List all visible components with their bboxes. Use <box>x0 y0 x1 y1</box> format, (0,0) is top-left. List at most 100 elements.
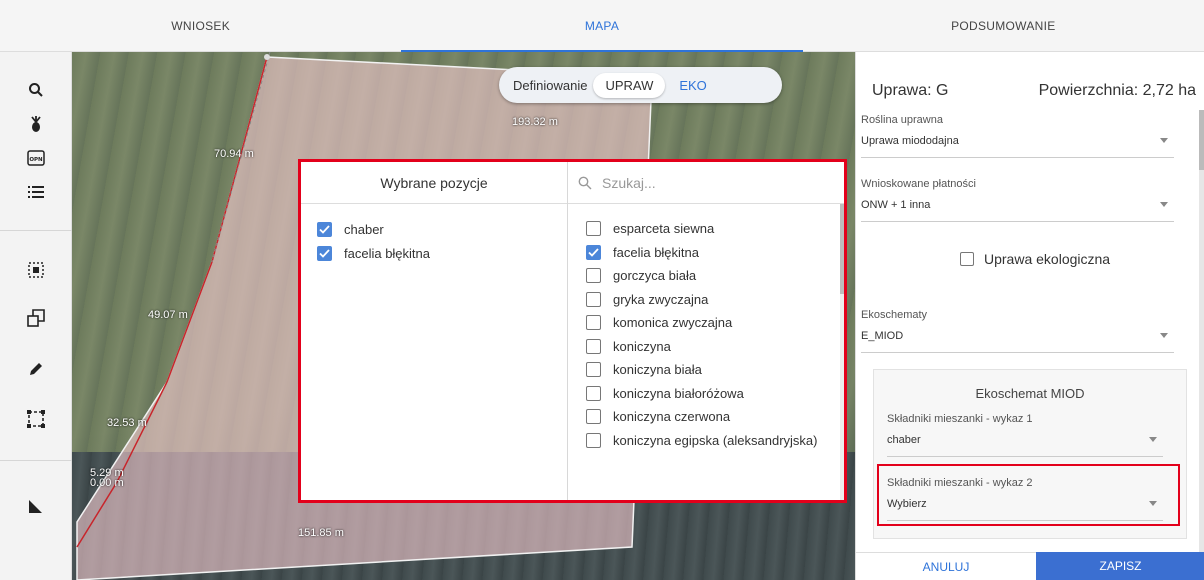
selected-item[interactable]: chaber <box>317 217 567 241</box>
selected-items-pane: Wybrane pozycje chaber facelia błękitna <box>301 162 568 500</box>
option-item[interactable]: koniczyna <box>586 335 844 359</box>
options-pane: esparceta siewna facelia błękitna gorczyca… <box>568 162 844 500</box>
mix-list-1-label: Składniki mieszanki - wykaz 1 <box>887 413 1033 425</box>
option-item[interactable]: koniczyna biała <box>586 358 844 382</box>
chevron-down-icon <box>1160 138 1168 143</box>
map-toolbar: OPN <box>0 52 72 580</box>
segment-length-label: 193.32 m <box>512 116 558 128</box>
payments-label: Wnioskowane płatności <box>861 178 976 190</box>
mix-list-1-value: chaber <box>887 434 921 446</box>
crop-label: Roślina uprawna <box>861 114 943 126</box>
option-item[interactable]: facelia błękitna <box>586 241 844 265</box>
multi-select-dialog: Wybrane pozycje chaber facelia błękitna … <box>298 159 847 503</box>
opn-icon[interactable]: OPN <box>20 144 52 172</box>
option-item[interactable]: komonica zwyczajna <box>586 311 844 335</box>
ecoschemes-value: E_MIOD <box>861 330 904 342</box>
organic-crop-checkbox[interactable]: Uprawa ekologiczna <box>960 251 1110 267</box>
mode-upraw-button[interactable]: UPRAW <box>593 72 666 98</box>
mode-label: Definiowanie <box>513 77 588 93</box>
segment-length-label: 70.94 m <box>214 148 254 160</box>
checkbox-icon[interactable] <box>586 362 601 378</box>
measure-icon[interactable] <box>20 492 52 520</box>
option-item[interactable]: gorczyca biała <box>586 264 844 288</box>
panel-scrollbar-thumb[interactable] <box>1199 110 1204 170</box>
chevron-down-icon <box>1160 333 1168 338</box>
options-scrollbar-thumb[interactable] <box>840 204 844 294</box>
checkbox-icon[interactable] <box>586 268 601 284</box>
select-area-icon[interactable] <box>20 256 52 284</box>
tab-wniosek[interactable]: WNIOSEK <box>0 0 401 51</box>
checkbox-checked-icon[interactable] <box>317 245 332 261</box>
crop-details-panel: Uprawa: G Powierzchnia: 2,72 ha Roślina … <box>855 52 1204 580</box>
option-item[interactable]: gryka zwyczajna <box>586 288 844 312</box>
segment-length-label: 151.85 m <box>298 527 344 539</box>
checkbox-icon[interactable] <box>586 409 601 425</box>
selected-item[interactable]: facelia błękitna <box>317 241 567 265</box>
panel-footer: ANULUJ ZAPISZ <box>856 552 1204 580</box>
plant-icon[interactable] <box>20 110 52 138</box>
tab-mapa[interactable]: MAPA <box>401 0 803 52</box>
option-label: koniczyna <box>613 338 671 354</box>
payments-value: ONW + 1 inna <box>861 199 931 211</box>
segment-length-label: 0.00 m <box>90 477 124 489</box>
checkbox-checked-icon[interactable] <box>586 244 601 260</box>
checkbox-icon[interactable] <box>586 221 601 237</box>
checkbox-icon[interactable] <box>960 252 974 266</box>
cancel-button[interactable]: ANULUJ <box>856 552 1036 580</box>
mode-eko-button[interactable]: EKO <box>679 78 706 93</box>
top-tab-bar: WNIOSEK MAPA PODSUMOWANIE <box>0 0 1204 52</box>
selected-item-label: chaber <box>344 221 384 237</box>
option-label: gorczyca biała <box>613 268 697 284</box>
search-input[interactable] <box>602 174 802 191</box>
checkbox-icon[interactable] <box>586 315 601 331</box>
tab-podsumowanie[interactable]: PODSUMOWANIE <box>803 0 1204 51</box>
ecoscheme-section-title: Ekoschemat MIOD <box>975 386 1085 401</box>
pencil-icon[interactable] <box>20 355 52 383</box>
toolbar-divider <box>0 460 72 461</box>
options-list: esparceta siewna facelia błękitna gorczyca… <box>568 204 844 452</box>
option-label: koniczyna czerwona <box>613 409 731 425</box>
organic-crop-label: Uprawa ekologiczna <box>984 251 1111 267</box>
chevron-down-icon <box>1149 437 1157 442</box>
checkbox-icon[interactable] <box>586 291 601 307</box>
svg-text:OPN: OPN <box>29 157 43 163</box>
selected-item-label: facelia błękitna <box>344 245 430 261</box>
definition-mode-toggle: Definiowanie UPRAW EKO <box>499 67 782 103</box>
crop-select[interactable]: Roślina uprawna Uprawa miododajna <box>861 114 1174 158</box>
mix-list-1-select[interactable]: Składniki mieszanki - wykaz 1 chaber <box>887 413 1163 457</box>
chevron-down-icon <box>1160 202 1168 207</box>
option-label: facelia błękitna <box>613 244 699 260</box>
search-bar <box>568 162 844 204</box>
checkbox-icon[interactable] <box>586 432 601 448</box>
bounding-box-icon[interactable] <box>20 405 52 433</box>
option-item[interactable]: koniczyna czerwona <box>586 405 844 429</box>
copy-shape-icon[interactable] <box>20 304 52 332</box>
search-icon <box>578 176 592 189</box>
ecoschemes-select[interactable]: Ekoschematy E_MIOD <box>861 309 1174 353</box>
option-label: komonica zwyczajna <box>613 315 733 331</box>
search-icon[interactable] <box>20 76 52 104</box>
option-label: koniczyna białoróżowa <box>613 385 744 401</box>
segment-length-label: 49.07 m <box>148 309 188 321</box>
option-label: koniczyna biała <box>613 362 702 378</box>
option-item[interactable]: esparceta siewna <box>586 217 844 241</box>
payments-select[interactable]: Wnioskowane płatności ONW + 1 inna <box>861 178 1174 222</box>
toolbar-divider <box>0 230 72 231</box>
ecoschemes-label: Ekoschematy <box>861 309 928 321</box>
checkbox-icon[interactable] <box>586 385 601 401</box>
option-label: esparceta siewna <box>613 221 715 237</box>
highlight-frame <box>877 464 1180 526</box>
save-button[interactable]: ZAPISZ <box>1036 552 1204 580</box>
checkbox-checked-icon[interactable] <box>317 221 332 237</box>
option-item[interactable]: koniczyna białoróżowa <box>586 382 844 406</box>
option-item[interactable]: koniczyna egipska (aleksandryjska) <box>586 429 844 453</box>
list-icon[interactable] <box>20 178 52 206</box>
crop-value: Uprawa miododajna <box>861 135 959 147</box>
selected-items-header: Wybrane pozycje <box>301 162 567 204</box>
option-label: koniczyna egipska (aleksandryjska) <box>613 432 818 448</box>
checkbox-icon[interactable] <box>586 338 601 354</box>
segment-length-label: 32.53 m <box>107 417 147 429</box>
panel-title: Uprawa: G <box>872 82 949 99</box>
panel-area: Powierzchnia: 2,72 ha <box>1038 82 1196 99</box>
panel-scrollbar-track[interactable] <box>1199 110 1204 552</box>
